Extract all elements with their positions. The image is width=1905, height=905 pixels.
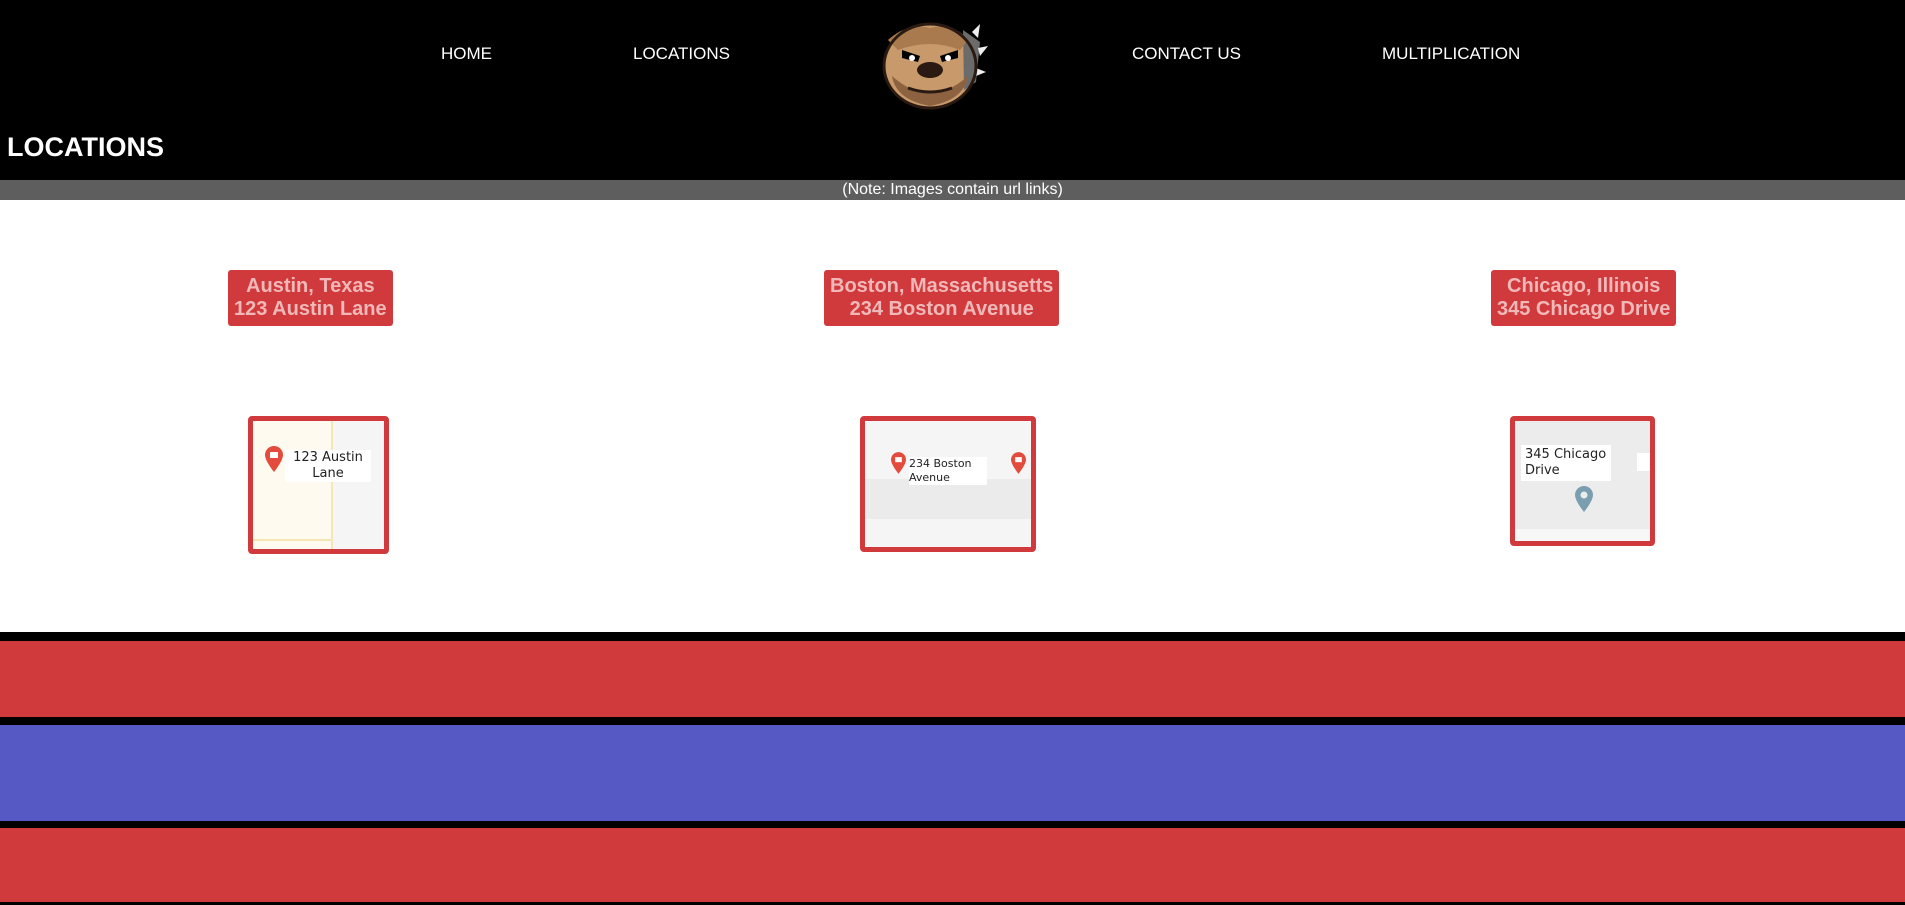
- page-title: LOCATIONS: [7, 132, 164, 162]
- map-pin-icon: [891, 452, 906, 479]
- location-city: Chicago, Illinois: [1507, 275, 1661, 297]
- map-label: 234 Boston Avenue: [909, 457, 987, 485]
- footer-stripe-blue: [0, 725, 1905, 821]
- location-label-austin: Austin, Texas 123 Austin Lane: [228, 270, 393, 326]
- map-link-austin[interactable]: 123 Austin Lane: [248, 416, 389, 554]
- location-address: 234 Boston Avenue: [849, 298, 1034, 320]
- location-city: Boston, Massachusetts: [830, 275, 1054, 297]
- map-pin-icon: [1575, 486, 1593, 517]
- map-link-chicago[interactable]: 345 Chicago Drive: [1510, 416, 1655, 546]
- nav-contact-link[interactable]: CONTACT US: [1132, 44, 1241, 64]
- map-pin-icon: [265, 446, 283, 477]
- nav-locations-link[interactable]: LOCATIONS: [633, 44, 730, 64]
- location-city: Austin, Texas: [246, 275, 375, 297]
- map-link-boston[interactable]: 234 Boston Avenue: [860, 416, 1036, 552]
- location-label-boston: Boston, Massachusetts 234 Boston Avenue: [824, 270, 1060, 326]
- top-navigation: HOME LOCATIONS CONTACT US MULTIPLICATION: [0, 0, 1905, 125]
- note-banner: (Note: Images contain url links): [0, 180, 1905, 200]
- footer-stripe-red-bottom: [0, 828, 1905, 902]
- locations-content: Austin, Texas 123 Austin Lane 123 Austin…: [0, 200, 1905, 632]
- location-address: 345 Chicago Drive: [1497, 298, 1671, 320]
- bulldog-logo-icon[interactable]: [868, 10, 988, 112]
- location-label-chicago: Chicago, Illinois 345 Chicago Drive: [1491, 270, 1677, 326]
- map-label: 345 Chicago Drive: [1521, 445, 1611, 481]
- nav-home-link[interactable]: HOME: [441, 44, 492, 64]
- nav-multiplication-link[interactable]: MULTIPLICATION: [1382, 44, 1520, 64]
- footer-stripe-red-top: [0, 641, 1905, 717]
- map-label: 123 Austin Lane: [285, 450, 371, 482]
- map-pin-icon: [1011, 452, 1026, 479]
- location-address: 123 Austin Lane: [234, 298, 387, 320]
